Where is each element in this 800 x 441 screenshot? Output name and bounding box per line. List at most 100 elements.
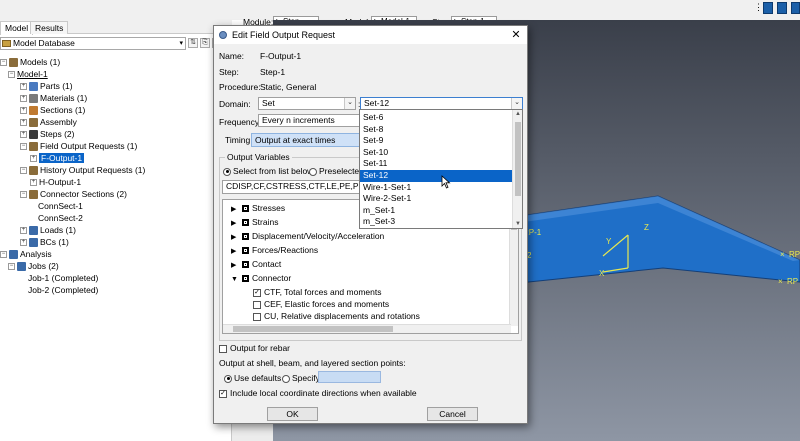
use-defaults-radio[interactable]: Use defaults bbox=[224, 373, 281, 383]
copy-icon[interactable]: ⎘ bbox=[200, 38, 210, 48]
expand-icon[interactable]: + bbox=[20, 107, 27, 115]
tree-materials[interactable]: + Materials (1) bbox=[20, 93, 87, 105]
domain-select[interactable]: Set ⌄ bbox=[258, 97, 356, 110]
set-option[interactable]: Set-11 bbox=[360, 158, 514, 170]
tree-connsect-1[interactable]: ConnSect-1 bbox=[38, 201, 83, 213]
variable-group-row[interactable]: ▶ Stresses bbox=[231, 202, 285, 215]
close-icon[interactable]: ✕ bbox=[509, 26, 523, 44]
collapse-icon[interactable]: − bbox=[20, 167, 27, 175]
tree-loads[interactable]: + Loads (1) bbox=[20, 225, 76, 237]
tree-connsect-2[interactable]: ConnSect-2 bbox=[38, 213, 83, 225]
scroll-down-icon[interactable]: ▼ bbox=[515, 221, 521, 227]
partial-checkbox-icon[interactable] bbox=[242, 219, 249, 227]
checkbox-unchecked-icon[interactable] bbox=[253, 300, 261, 309]
expand-icon[interactable]: ▶ bbox=[231, 218, 239, 230]
collapse-icon[interactable]: − bbox=[0, 251, 7, 259]
collapse-icon[interactable]: ▼ bbox=[231, 274, 239, 286]
checkbox-checked-icon[interactable]: ✓ bbox=[253, 288, 261, 297]
expand-icon[interactable]: + bbox=[20, 239, 27, 247]
tree-h-output-1[interactable]: + H-Output-1 bbox=[30, 177, 81, 189]
frequency-label: Frequency: bbox=[219, 117, 262, 127]
tree-f-output-1[interactable]: + F-Output-1 bbox=[30, 153, 85, 165]
tree-history-output-requests[interactable]: − History Output Requests (1) bbox=[20, 165, 145, 177]
tab-model[interactable]: Model bbox=[0, 21, 34, 35]
rebar-checkbox[interactable]: Output for rebar bbox=[219, 343, 290, 353]
expand-icon[interactable]: ▶ bbox=[231, 204, 239, 216]
set-option[interactable]: Set-8 bbox=[360, 124, 514, 136]
set-option[interactable]: Set-12 bbox=[360, 170, 514, 182]
include-local-checkbox[interactable]: ✓ Include local coordinate directions whe… bbox=[219, 388, 417, 398]
variable-group-row[interactable]: ▼ Connector bbox=[231, 272, 291, 285]
scroll-up-icon[interactable]: ▲ bbox=[515, 111, 521, 117]
tree-assembly[interactable]: + Assembly bbox=[20, 117, 77, 129]
expand-icon[interactable]: + bbox=[30, 179, 37, 187]
cancel-button[interactable]: Cancel bbox=[427, 407, 478, 421]
collapse-icon[interactable]: − bbox=[0, 59, 7, 67]
set-option[interactable]: Set-10 bbox=[360, 147, 514, 159]
expand-icon[interactable]: + bbox=[20, 119, 27, 127]
collapse-icon[interactable]: − bbox=[8, 263, 15, 271]
checkbox-unchecked-icon[interactable] bbox=[253, 312, 261, 321]
expand-icon[interactable]: + bbox=[20, 95, 27, 103]
specify-radio[interactable]: Specify: bbox=[282, 373, 322, 383]
timing-select[interactable]: Output at exact times bbox=[251, 133, 363, 147]
move-up-icon[interactable]: ⇅ bbox=[188, 38, 198, 48]
collapse-icon[interactable]: − bbox=[20, 143, 27, 151]
dialog-titlebar[interactable]: Edit Field Output Request ✕ bbox=[214, 26, 527, 44]
variable-group-row[interactable]: ▶ Contact bbox=[231, 258, 281, 271]
tree-parts[interactable]: + Parts (1) bbox=[20, 81, 73, 93]
tree-bcs[interactable]: + BCs (1) bbox=[20, 237, 69, 249]
specify-input[interactable] bbox=[318, 371, 381, 383]
set-option[interactable]: Set-6 bbox=[360, 112, 514, 124]
partial-checkbox-icon[interactable] bbox=[242, 275, 249, 283]
set-dropdown-scroll-thumb[interactable] bbox=[515, 122, 521, 196]
tree-jobs[interactable]: − Jobs (2) bbox=[8, 261, 59, 273]
toolbar-display-icon[interactable] bbox=[763, 2, 773, 14]
tree-models[interactable]: − Models (1) bbox=[0, 57, 60, 69]
set-option[interactable]: Wire-2-Set-1 bbox=[360, 193, 514, 205]
database-select[interactable]: Model Database ▾ bbox=[0, 37, 186, 50]
tree-analysis[interactable]: − Analysis bbox=[0, 249, 52, 261]
expand-icon[interactable]: + bbox=[30, 155, 37, 163]
tab-results[interactable]: Results bbox=[30, 21, 69, 34]
variable-group-row[interactable]: ▶ Displacement/Velocity/Acceleration bbox=[231, 230, 384, 243]
tree-node-icon bbox=[29, 166, 38, 176]
set-dropdown-list[interactable]: Set-6 Set-8 Set-9 Set-10 Set-11 Set-12 Wire-1-… bbox=[359, 109, 523, 229]
select-from-list-radio[interactable]: Select from list below bbox=[223, 166, 313, 176]
variable-group-row[interactable]: ▶ Strains bbox=[231, 216, 278, 229]
ok-button[interactable]: OK bbox=[267, 407, 318, 421]
variables-text-field[interactable]: CDISP,CF,CSTRESS,CTF,LE,PE,PEEQ,PEMAG bbox=[222, 180, 360, 194]
partial-checkbox-icon[interactable] bbox=[242, 261, 249, 269]
partial-checkbox-icon[interactable] bbox=[242, 247, 249, 255]
expand-icon[interactable]: + bbox=[20, 131, 27, 139]
tree-job-2[interactable]: Job-2 (Completed) bbox=[28, 285, 98, 297]
toolbar-display3-icon[interactable] bbox=[791, 2, 800, 14]
expand-icon[interactable]: ▶ bbox=[231, 232, 239, 244]
tree-job-1[interactable]: Job-1 (Completed) bbox=[28, 273, 98, 285]
expand-icon[interactable]: ▶ bbox=[231, 260, 239, 272]
set-option[interactable]: m_Set-3 bbox=[360, 216, 514, 228]
tree-sections[interactable]: + Sections (1) bbox=[20, 105, 85, 117]
tree-connector-sections[interactable]: − Connector Sections (2) bbox=[20, 189, 127, 201]
partial-checkbox-icon[interactable] bbox=[242, 205, 249, 213]
set-option[interactable]: m_Set-1 bbox=[360, 205, 514, 217]
tree-item-label: Sections (1) bbox=[40, 105, 86, 115]
variable-group-row[interactable]: ▶ Forces/Reactions bbox=[231, 244, 318, 257]
tree-model-1[interactable]: − Model-1 bbox=[8, 69, 48, 81]
partial-checkbox-icon[interactable] bbox=[242, 233, 249, 241]
frequency-select[interactable]: Every n increments bbox=[258, 114, 363, 127]
tree-field-output-requests[interactable]: − Field Output Requests (1) bbox=[20, 141, 137, 153]
variables-hscrollbar[interactable] bbox=[223, 324, 511, 333]
variables-hscroll-thumb[interactable] bbox=[233, 326, 393, 332]
set-option[interactable]: Wire-1-Set-1 bbox=[360, 182, 514, 194]
expand-icon[interactable]: ▶ bbox=[231, 246, 239, 258]
toolbar-more-icon[interactable]: ⋮ bbox=[754, 2, 763, 13]
set-dropdown-scrollbar[interactable]: ▲ ▼ bbox=[512, 110, 522, 228]
collapse-icon[interactable]: − bbox=[20, 191, 27, 199]
tree-steps[interactable]: + Steps (2) bbox=[20, 129, 75, 141]
toolbar-display2-icon[interactable] bbox=[777, 2, 787, 14]
expand-icon[interactable]: + bbox=[20, 83, 27, 91]
collapse-icon[interactable]: − bbox=[8, 71, 15, 79]
expand-icon[interactable]: + bbox=[20, 227, 27, 235]
set-option[interactable]: Set-9 bbox=[360, 135, 514, 147]
